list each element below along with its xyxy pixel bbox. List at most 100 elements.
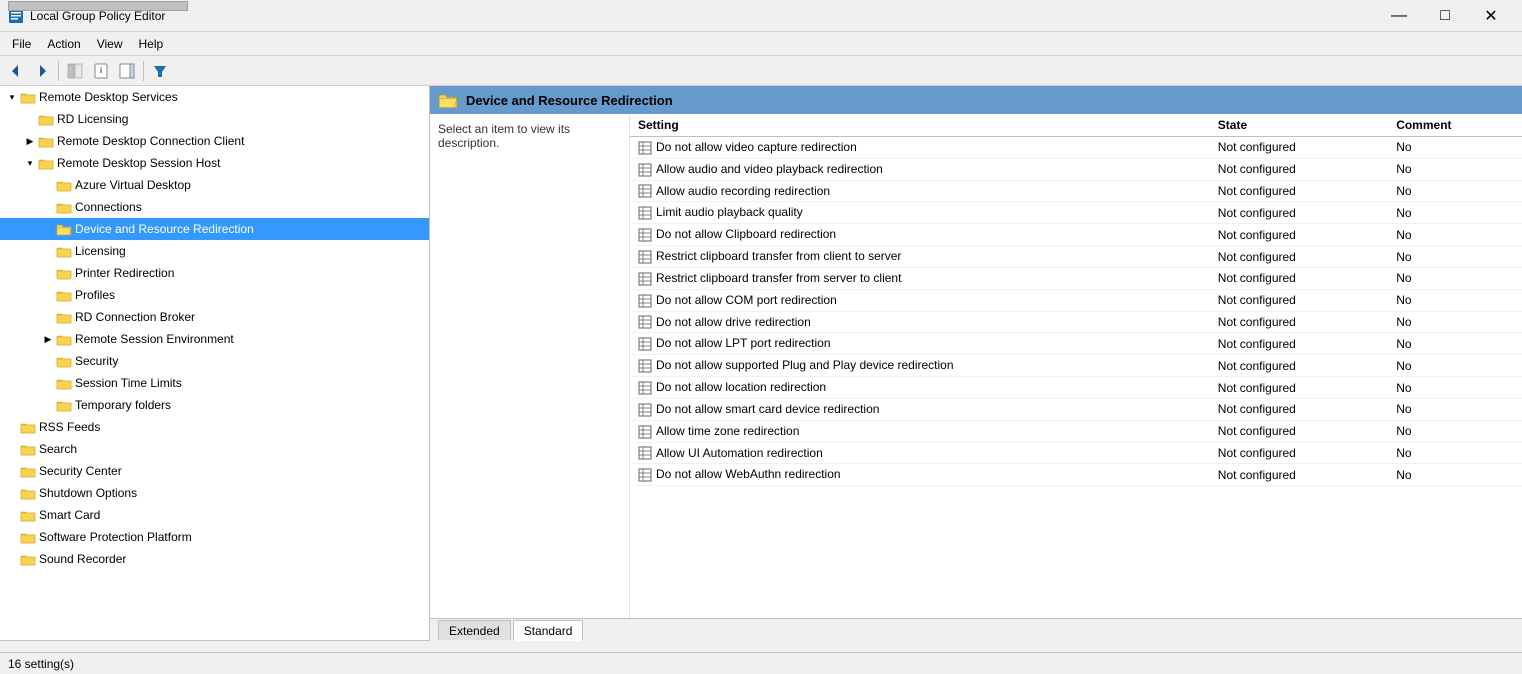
folder-icon <box>38 112 54 126</box>
setting-state-cell: Not configured <box>1210 158 1388 180</box>
setting-name: Limit audio playback quality <box>656 205 803 219</box>
tree-item-licensing[interactable]: Licensing <box>0 240 429 262</box>
expander-icon[interactable]: ▾ <box>4 89 20 105</box>
setting-comment-cell: No <box>1388 158 1522 180</box>
setting-icon <box>638 446 652 460</box>
table-row[interactable]: Restrict clipboard transfer from server … <box>630 267 1522 289</box>
table-row[interactable]: Do not allow video capture redirectionNo… <box>630 137 1522 159</box>
tree-item-security-center[interactable]: Security Center <box>0 460 429 482</box>
properties-button[interactable]: i <box>89 59 113 83</box>
folder-icon-open <box>56 222 72 236</box>
forward-button[interactable] <box>30 59 54 83</box>
tree-item-connections[interactable]: Connections <box>0 196 429 218</box>
tab-standard[interactable]: Standard <box>513 620 584 641</box>
window-controls: — □ ✕ <box>1376 0 1514 32</box>
header-folder-icon <box>438 91 458 109</box>
tree-item-software-protection[interactable]: Software Protection Platform <box>0 526 429 548</box>
table-row[interactable]: Do not allow COM port redirectionNot con… <box>630 289 1522 311</box>
setting-comment-cell: No <box>1388 420 1522 442</box>
tree-item-rdsh[interactable]: ▾ Remote Desktop Session Host <box>0 152 429 174</box>
col-comment[interactable]: Comment <box>1388 114 1522 137</box>
setting-state-cell: Not configured <box>1210 137 1388 159</box>
folder-icon <box>56 266 72 280</box>
setting-state-cell: Not configured <box>1210 442 1388 464</box>
tree-item-smart-card[interactable]: Smart Card <box>0 504 429 526</box>
tree-item-security[interactable]: Security <box>0 350 429 372</box>
export-button[interactable] <box>115 59 139 83</box>
tree-item-rd-connection-broker[interactable]: RD Connection Broker <box>0 306 429 328</box>
menu-action[interactable]: Action <box>39 35 88 53</box>
tree-label: Shutdown Options <box>39 486 137 500</box>
close-button[interactable]: ✕ <box>1468 0 1514 32</box>
setting-comment-cell: No <box>1388 377 1522 399</box>
table-row[interactable]: Allow time zone redirectionNot configure… <box>630 420 1522 442</box>
maximize-button[interactable]: □ <box>1422 0 1468 32</box>
tree-item-sound-recorder[interactable]: Sound Recorder <box>0 548 429 570</box>
minimize-button[interactable]: — <box>1376 0 1422 32</box>
tree-item-device-redirection[interactable]: Device and Resource Redirection <box>0 218 429 240</box>
table-row[interactable]: Do not allow location redirectionNot con… <box>630 377 1522 399</box>
tree-item-session-time-limits[interactable]: Session Time Limits <box>0 372 429 394</box>
table-row[interactable]: Allow UI Automation redirectionNot confi… <box>630 442 1522 464</box>
tree-item-rd-licensing[interactable]: RD Licensing <box>0 108 429 130</box>
tree-item-profiles[interactable]: Profiles <box>0 284 429 306</box>
table-row[interactable]: Allow audio recording redirectionNot con… <box>630 180 1522 202</box>
tree-item-rss-feeds[interactable]: RSS Feeds <box>0 416 429 438</box>
table-row[interactable]: Do not allow WebAuthn redirectionNot con… <box>630 464 1522 486</box>
setting-state-cell: Not configured <box>1210 246 1388 268</box>
tree-item-rdcc[interactable]: ▶ Remote Desktop Connection Client <box>0 130 429 152</box>
table-row[interactable]: Do not allow drive redirectionNot config… <box>630 311 1522 333</box>
menu-bar: File Action View Help <box>0 32 1522 56</box>
expander-icon[interactable]: ▾ <box>22 155 38 171</box>
back-button[interactable] <box>4 59 28 83</box>
tree-item-search[interactable]: Search <box>0 438 429 460</box>
table-row[interactable]: Do not allow LPT port redirectionNot con… <box>630 333 1522 355</box>
tree-item-remote-desktop-services[interactable]: ▾ Remote Desktop Services <box>0 86 429 108</box>
expander-icon[interactable]: ▶ <box>22 133 38 149</box>
tree-label: Azure Virtual Desktop <box>75 178 191 192</box>
table-row[interactable]: Do not allow Clipboard redirectionNot co… <box>630 224 1522 246</box>
tab-extended-label: Extended <box>449 624 500 638</box>
setting-comment-cell: No <box>1388 246 1522 268</box>
tree-item-remote-session-env[interactable]: ▶ Remote Session Environment <box>0 328 429 350</box>
tree-label: Smart Card <box>39 508 100 522</box>
tree-hscrollbar[interactable] <box>0 640 430 652</box>
tree-panel[interactable]: ▾ Remote Desktop Services RD Licensing ▶ <box>0 86 430 640</box>
table-row[interactable]: Limit audio playback qualityNot configur… <box>630 202 1522 224</box>
col-state[interactable]: State <box>1210 114 1388 137</box>
tree-item-temporary-folders[interactable]: Temporary folders <box>0 394 429 416</box>
show-console-tree-button[interactable] <box>63 59 87 83</box>
setting-name-cell: Restrict clipboard transfer from client … <box>630 246 1210 268</box>
menu-file[interactable]: File <box>4 35 39 53</box>
setting-name: Do not allow LPT port redirection <box>656 336 831 350</box>
table-row[interactable]: Do not allow smart card device redirecti… <box>630 398 1522 420</box>
tree-item-shutdown-options[interactable]: Shutdown Options <box>0 482 429 504</box>
svg-text:i: i <box>100 66 102 75</box>
folder-icon <box>56 376 72 390</box>
setting-name: Do not allow smart card device redirecti… <box>656 402 879 416</box>
setting-name-cell: Do not allow COM port redirection <box>630 289 1210 311</box>
settings-panel[interactable]: Setting State Comment Do not allow video… <box>630 114 1522 618</box>
status-bar: 16 setting(s) <box>0 652 1522 674</box>
tree-item-printer-redirection[interactable]: Printer Redirection <box>0 262 429 284</box>
table-row[interactable]: Do not allow supported Plug and Play dev… <box>630 355 1522 377</box>
expander-placeholder <box>4 551 20 567</box>
tree-label: Security Center <box>39 464 122 478</box>
toolbar: i <box>0 56 1522 86</box>
tree-label: Device and Resource Redirection <box>75 222 254 236</box>
table-row[interactable]: Restrict clipboard transfer from client … <box>630 246 1522 268</box>
tab-extended[interactable]: Extended <box>438 620 511 640</box>
setting-name-cell: Do not allow Clipboard redirection <box>630 224 1210 246</box>
tree-item-azure[interactable]: Azure Virtual Desktop <box>0 174 429 196</box>
expander-icon[interactable]: ▶ <box>40 331 56 347</box>
menu-help[interactable]: Help <box>131 35 172 53</box>
hscroll-thumb[interactable] <box>8 1 188 11</box>
tree-label: RD Licensing <box>57 112 128 126</box>
folder-icon <box>56 310 72 324</box>
table-row[interactable]: Allow audio and video playback redirecti… <box>630 158 1522 180</box>
filter-button[interactable] <box>148 59 172 83</box>
setting-name-cell: Allow audio and video playback redirecti… <box>630 158 1210 180</box>
col-setting[interactable]: Setting <box>630 114 1210 137</box>
menu-view[interactable]: View <box>89 35 131 53</box>
tabs-bar: Extended Standard <box>430 618 1522 640</box>
